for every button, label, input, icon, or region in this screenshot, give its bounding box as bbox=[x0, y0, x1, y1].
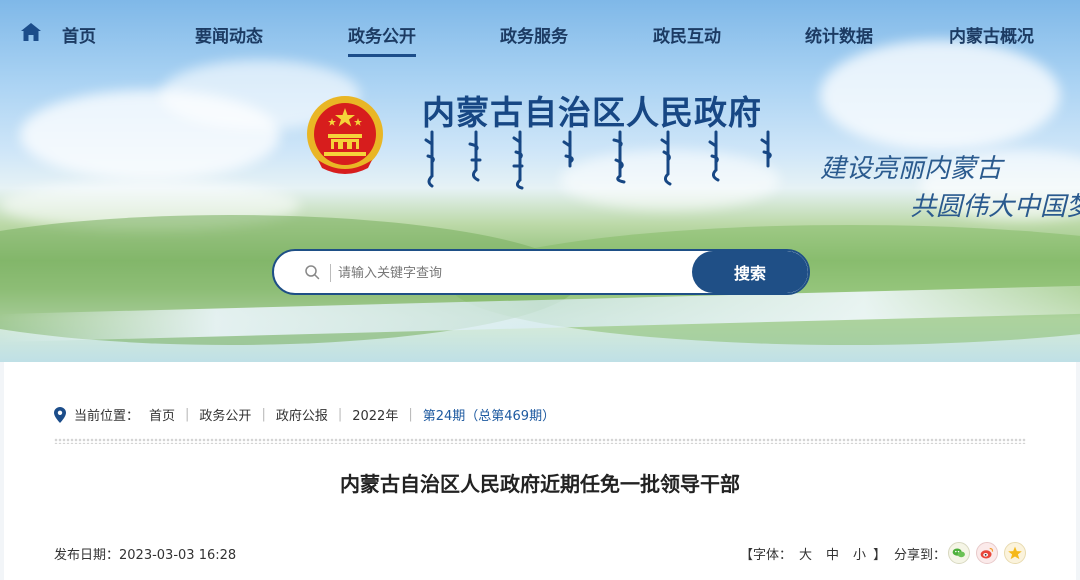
nav-item-home[interactable]: 首页 bbox=[62, 22, 96, 47]
nav-item-interaction[interactable]: 政民互动 bbox=[653, 22, 721, 47]
article-meta: 发布日期：2023-03-03 16:28 【字体： 大中小】 分享到： bbox=[54, 542, 1026, 564]
breadcrumb-separator: | bbox=[185, 407, 190, 422]
breadcrumb-year[interactable]: 2022年 bbox=[352, 405, 398, 424]
publish-date: 发布日期：2023-03-03 16:28 bbox=[54, 544, 236, 563]
publish-date-value: 2023-03-03 16:28 bbox=[119, 548, 237, 563]
qzone-share-icon[interactable] bbox=[1004, 542, 1026, 564]
breadcrumb-prefix: 当前位置： bbox=[74, 409, 140, 424]
slogan-line-2: 共圆伟大中国梦 bbox=[910, 192, 1080, 222]
font-size-large-button[interactable]: 大 bbox=[799, 548, 812, 563]
search-icon bbox=[305, 265, 320, 280]
font-size-medium-button[interactable]: 中 bbox=[826, 548, 839, 563]
nav-item-government-affairs[interactable]: 政务公开 bbox=[348, 22, 416, 57]
share-label: 分享到： bbox=[894, 548, 947, 563]
wechat-share-icon[interactable] bbox=[948, 542, 970, 564]
header-banner: 首页 要闻动态 政务公开 政务服务 政民互动 统计数据 内蒙古概况 内蒙古自治区… bbox=[0, 0, 1080, 362]
article-title: 内蒙古自治区人民政府近期任免一批领导干部 bbox=[340, 472, 740, 496]
breadcrumb-separator: | bbox=[408, 407, 413, 422]
breadcrumb-home[interactable]: 首页 bbox=[149, 405, 175, 424]
mongolian-script-title bbox=[424, 130, 772, 190]
national-emblem-icon bbox=[307, 96, 383, 174]
nav-item-statistics[interactable]: 统计数据 bbox=[805, 22, 873, 47]
nav-item-government-services[interactable]: 政务服务 bbox=[500, 22, 568, 47]
breadcrumb-issue[interactable]: 第24期（总第469期） bbox=[423, 405, 555, 424]
search-bar: 搜索 bbox=[272, 249, 810, 295]
breadcrumb-separator: | bbox=[337, 407, 343, 422]
dotted-divider bbox=[54, 438, 1026, 444]
site-title: 内蒙古自治区人民政府 bbox=[422, 93, 762, 132]
search-divider bbox=[330, 264, 331, 282]
font-size-small-button[interactable]: 小 bbox=[853, 548, 866, 563]
font-size-close: 】 bbox=[873, 548, 887, 563]
breadcrumb: 当前位置： 首页 | 政务公开 | 政府公报 | 2022年 | 第24期（总第… bbox=[54, 405, 555, 424]
nav-item-overview[interactable]: 内蒙古概况 bbox=[949, 22, 1034, 47]
publish-date-label: 发布日期： bbox=[54, 548, 120, 563]
breadcrumb-separator: | bbox=[261, 407, 266, 422]
search-input[interactable] bbox=[338, 259, 678, 287]
font-size-control: 【字体： 大中小】 bbox=[740, 544, 886, 563]
font-size-open: 【字体： bbox=[740, 548, 793, 563]
nav-item-news[interactable]: 要闻动态 bbox=[195, 22, 263, 47]
home-icon[interactable] bbox=[20, 22, 42, 42]
top-navigation: 首页 要闻动态 政务公开 政务服务 政民互动 统计数据 内蒙古概况 bbox=[0, 0, 1080, 66]
breadcrumb-gazette[interactable]: 政府公报 bbox=[276, 405, 328, 424]
article-content: 当前位置： 首页 | 政务公开 | 政府公报 | 2022年 | 第24期（总第… bbox=[4, 362, 1076, 580]
breadcrumb-government-affairs[interactable]: 政务公开 bbox=[199, 405, 251, 424]
weibo-share-icon[interactable] bbox=[976, 542, 998, 564]
search-button[interactable]: 搜索 bbox=[692, 251, 808, 293]
location-pin-icon bbox=[54, 406, 66, 423]
slogan-line-1: 建设亮丽内蒙古 bbox=[820, 154, 1003, 184]
